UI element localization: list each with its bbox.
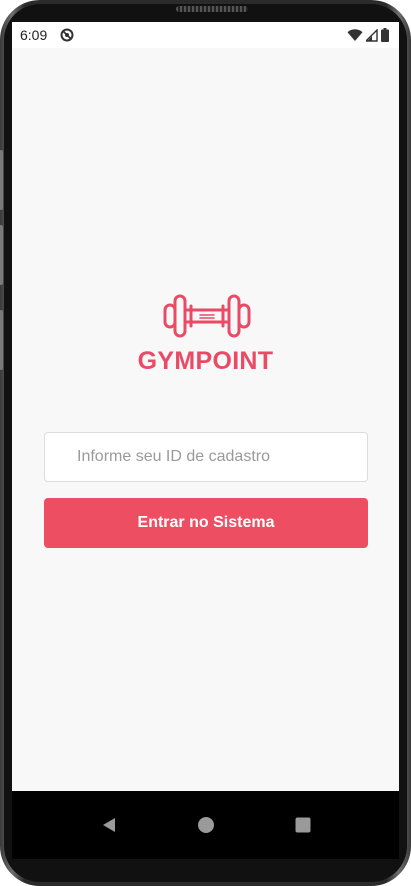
app-title: GYMPOINT: [137, 347, 274, 375]
battery-icon: [381, 28, 389, 42]
back-icon: [103, 818, 115, 832]
signal-icon: [366, 28, 378, 42]
back-button[interactable]: [89, 805, 129, 845]
status-icons: [347, 28, 389, 42]
wifi-icon: [347, 28, 363, 41]
login-button[interactable]: Entrar no Sistema: [44, 498, 368, 548]
power-button: [0, 310, 3, 370]
recents-button[interactable]: [283, 805, 323, 845]
home-button[interactable]: [186, 805, 226, 845]
phone-frame: 6:09 GYMPOINT Informe seu ID de cadastro…: [0, 0, 411, 886]
home-icon: [198, 817, 214, 833]
app-screen: 6:09 GYMPOINT Informe seu ID de cadastro…: [12, 22, 399, 859]
earpiece-speaker: [176, 6, 248, 12]
do-not-disturb-icon: [60, 28, 74, 42]
registration-id-input[interactable]: [44, 432, 368, 482]
navigation-bar: [12, 791, 399, 859]
dumbbell-icon: [163, 294, 251, 338]
status-time: 6:09: [20, 27, 48, 43]
volume-up-button: [0, 150, 3, 210]
status-bar: 6:09: [12, 22, 399, 48]
recents-icon: [295, 817, 311, 833]
volume-down-button: [0, 225, 3, 285]
